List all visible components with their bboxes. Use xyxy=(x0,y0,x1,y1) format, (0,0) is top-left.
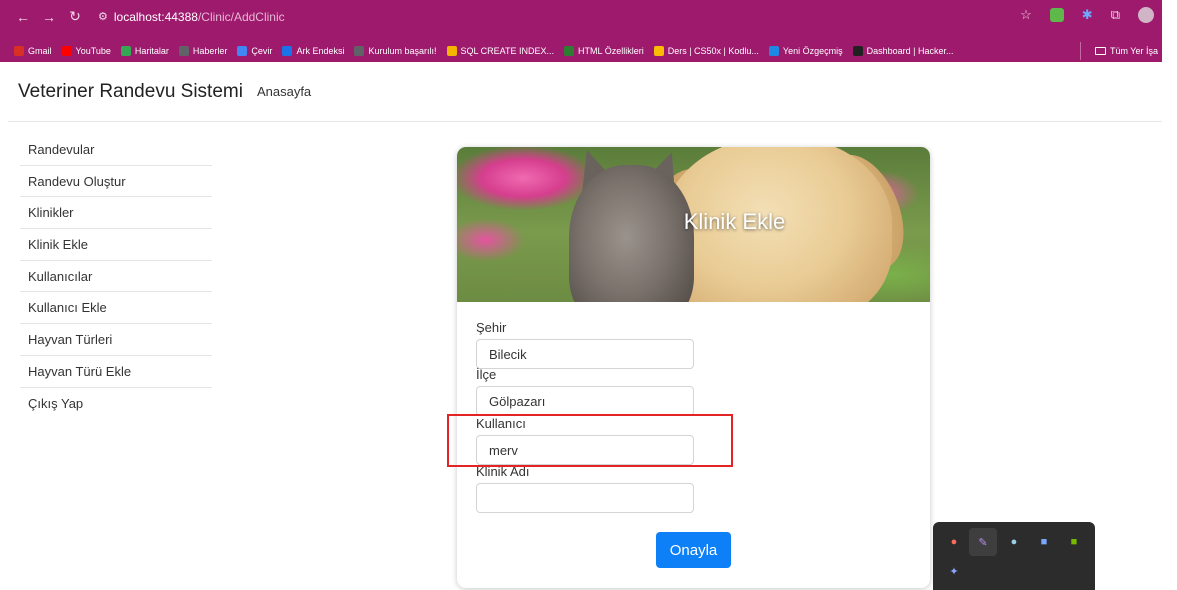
address-row: ← → ↻ ⚙ localhost:44388/Clinic/AddClinic… xyxy=(0,0,1162,33)
system-tray-popup: ● ✎ ● ■ ■ ✦ xyxy=(933,522,1095,590)
cloud-icon[interactable]: ● xyxy=(1007,535,1021,549)
all-bookmarks-button[interactable]: Tüm Yer İşa xyxy=(1079,42,1158,60)
back-arrow-icon[interactable]: ← xyxy=(12,9,34,25)
browser-toolbar: ← → ↻ ⚙ localhost:44388/Clinic/AddClinic… xyxy=(0,0,1162,62)
sidebar-item[interactable]: Çıkış Yap xyxy=(20,388,212,420)
sidebar-item[interactable]: Randevu Oluştur xyxy=(20,166,212,198)
field-clinic-name: Klinik Adı xyxy=(476,463,694,513)
app-icon[interactable]: ✦ xyxy=(947,564,961,578)
sidebar-item[interactable]: Hayvan Türleri xyxy=(20,324,212,356)
district-label: İlçe xyxy=(476,367,497,382)
toolbar-right-icons: ☆ ✱ ⧉ xyxy=(1020,7,1154,23)
extensions-puzzle-icon[interactable]: ⧉ xyxy=(1111,7,1120,23)
sidebar-item[interactable]: Kullanıcılar xyxy=(20,261,212,293)
sidebar-item[interactable]: Randevular xyxy=(20,134,212,166)
folder-icon xyxy=(1094,47,1106,55)
site-settings-icon[interactable]: ⚙ xyxy=(98,10,108,23)
nav-link-home[interactable]: Anasayfa xyxy=(257,84,311,99)
district-input[interactable] xyxy=(476,386,694,416)
extension-icon[interactable] xyxy=(1049,8,1064,22)
sidebar-item[interactable]: Hayvan Türü Ekle xyxy=(20,356,212,388)
forward-arrow-icon[interactable]: → xyxy=(38,9,60,25)
sidebar-item[interactable]: Klinikler xyxy=(20,197,212,230)
url-path: /Clinic/AddClinic xyxy=(197,9,285,24)
city-label: Şehir xyxy=(476,320,507,335)
sidebar-item[interactable]: Kullanıcı Ekle xyxy=(20,292,212,325)
highlight-annotation xyxy=(447,414,733,467)
brand-title[interactable]: Veteriner Randevu Sistemi xyxy=(18,81,243,103)
city-input[interactable] xyxy=(476,339,694,369)
app-header: Veteriner Randevu Sistemi Anasayfa xyxy=(8,62,1162,122)
reload-icon[interactable]: ↻ xyxy=(64,8,86,25)
banner-image: Klinik Ekle xyxy=(457,147,930,302)
profile-avatar[interactable] xyxy=(1138,7,1154,23)
yandex-icon[interactable]: ● xyxy=(947,535,961,549)
field-district: İlçe xyxy=(476,366,694,416)
extension-star-icon[interactable]: ✱ xyxy=(1082,7,1093,23)
all-bookmarks-label: Tüm Yer İşa xyxy=(1109,46,1158,56)
submit-button[interactable]: Onayla xyxy=(656,532,731,568)
card-title: Klinik Ekle xyxy=(683,209,786,234)
sidebar-item[interactable]: Klinik Ekle xyxy=(20,229,212,261)
sidebar: Randevular Randevu Oluştur Klinikler Klinik… xyxy=(20,134,212,419)
teams-icon[interactable]: ■ xyxy=(1037,535,1051,549)
bookmarks-bar-right: Tüm Yer İşa xyxy=(0,42,1162,60)
add-clinic-card: Klinik Ekle Şehir İlçe Kullanıcı Klinik … xyxy=(457,147,930,588)
feather-icon[interactable]: ✎ xyxy=(976,535,990,549)
url-host: localhost:44388 xyxy=(113,9,198,24)
nvidia-icon[interactable]: ■ xyxy=(1067,535,1081,549)
address-bar[interactable]: localhost:44388/Clinic/AddClinic xyxy=(114,10,285,24)
field-city: Şehir xyxy=(476,319,694,369)
clinic-name-input[interactable] xyxy=(476,483,694,513)
bookmark-star-icon[interactable]: ☆ xyxy=(1020,7,1032,23)
